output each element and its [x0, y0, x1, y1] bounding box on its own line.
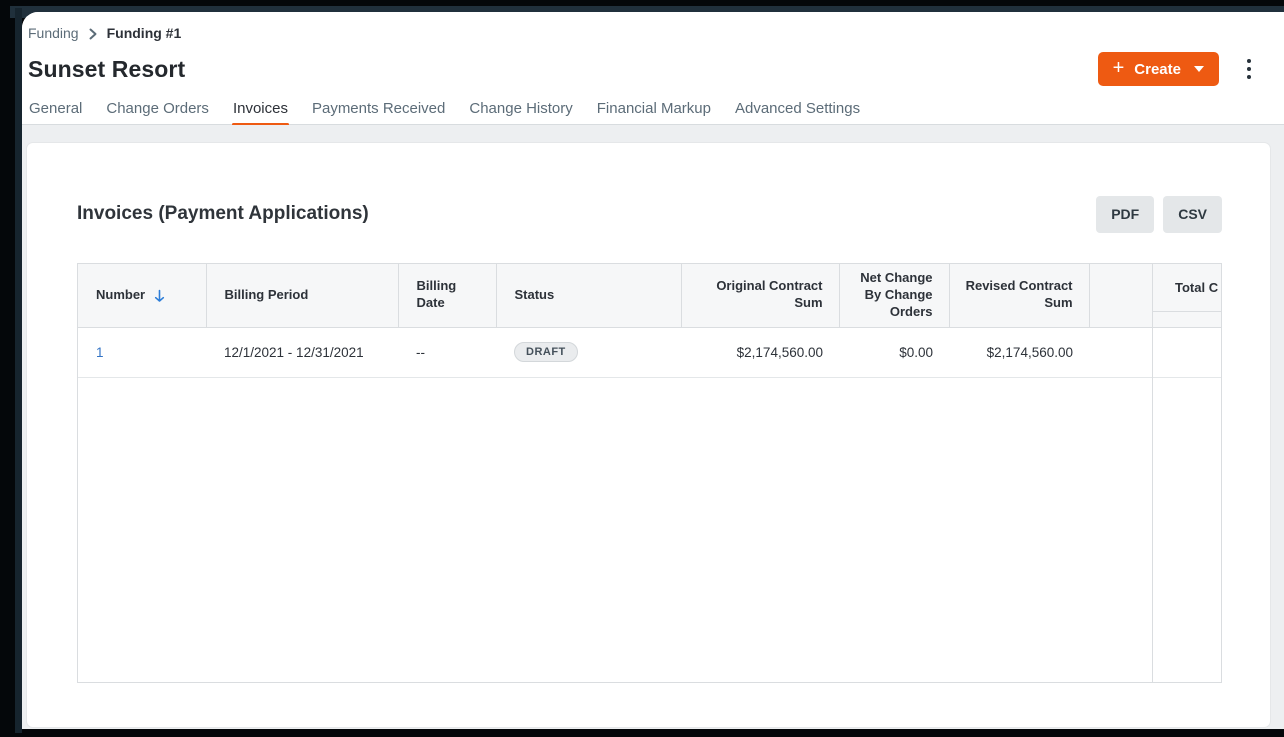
chevron-down-icon [1194, 66, 1204, 72]
billing-period-cell: 12/1/2021 - 12/31/2021 [206, 327, 398, 377]
total-completed-cell [1089, 327, 1221, 377]
column-header-number[interactable]: Number [78, 264, 206, 327]
content-area: Invoices (Payment Applications) PDF CSV [22, 125, 1284, 729]
create-button-label: Create [1134, 61, 1181, 78]
breadcrumb: Funding Funding #1 [28, 24, 1284, 42]
export-buttons: PDF CSV [1096, 196, 1222, 233]
sort-descending-icon [153, 289, 166, 303]
app-window: Funding Funding #1 Sunset Resort + Creat… [22, 12, 1284, 729]
invoices-panel: Invoices (Payment Applications) PDF CSV [27, 143, 1270, 727]
status-badge: DRAFT [514, 342, 578, 362]
page-title: Sunset Resort [28, 57, 1284, 82]
revised-contract-sum-cell: $2,174,560.00 [949, 327, 1089, 377]
title-row: Sunset Resort + Create [28, 57, 1284, 82]
page-header: Funding Funding #1 Sunset Resort + Creat… [22, 12, 1284, 125]
column-header-revised-contract-sum[interactable]: Revised Contract Sum [949, 264, 1089, 327]
breadcrumb-link-funding[interactable]: Funding [28, 25, 79, 41]
net-change-cell: $0.00 [839, 327, 949, 377]
table-header-row: Number Billing Period Billing Date Statu… [78, 264, 1221, 327]
column-header-billing-date[interactable]: Billing Date [398, 264, 496, 327]
create-button[interactable]: + Create [1098, 52, 1219, 86]
chevron-right-icon [88, 28, 98, 40]
column-header-billing-period[interactable]: Billing Period [206, 264, 398, 327]
column-header-status[interactable]: Status [496, 264, 681, 327]
window-frame-left [15, 8, 22, 733]
more-options-kebab-icon[interactable] [1242, 55, 1256, 83]
header-actions: + Create [1098, 52, 1256, 86]
panel-header: Invoices (Payment Applications) PDF CSV [77, 195, 1222, 233]
billing-date-cell: -- [398, 327, 496, 377]
column-header-filler [1089, 264, 1221, 327]
table-row: 1 12/1/2021 - 12/31/2021 -- DRAFT $2,174… [78, 327, 1221, 377]
plus-icon: + [1113, 58, 1125, 78]
invoice-number-link[interactable]: 1 [96, 345, 104, 360]
breadcrumb-current: Funding #1 [107, 25, 182, 41]
csv-export-button[interactable]: CSV [1163, 196, 1222, 233]
pdf-export-button[interactable]: PDF [1096, 196, 1154, 233]
original-contract-sum-cell: $2,174,560.00 [681, 327, 839, 377]
panel-title: Invoices (Payment Applications) [77, 203, 369, 225]
column-header-net-change[interactable]: Net Change By Change Orders [839, 264, 949, 327]
invoices-table: Number Billing Period Billing Date Statu… [77, 263, 1222, 683]
status-cell: DRAFT [496, 327, 681, 377]
screen: Funding Funding #1 Sunset Resort + Creat… [0, 0, 1284, 737]
column-header-original-contract-sum[interactable]: Original Contract Sum [681, 264, 839, 327]
